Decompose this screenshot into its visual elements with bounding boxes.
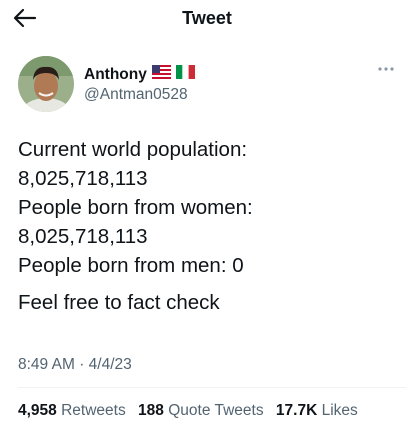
tweet-timestamp: 8:49 AM · 4/4/23	[18, 356, 132, 374]
tweet-date[interactable]: 4/4/23	[89, 356, 132, 373]
likes-stat[interactable]: 17.7K Likes	[276, 402, 358, 419]
italy-flag-icon	[175, 65, 195, 84]
author-handle[interactable]: @Antman0528	[84, 86, 188, 104]
tweet-author: Anthony @Antman0528	[18, 56, 398, 114]
divider	[18, 387, 406, 388]
retweets-label: Retweets	[61, 402, 126, 419]
tweet-line: Current world population:	[18, 138, 248, 161]
top-bar: Tweet	[0, 0, 414, 42]
tweet-line: People born from women:	[18, 196, 253, 219]
page-title: Tweet	[182, 8, 232, 28]
meta-separator: ·	[79, 356, 85, 373]
engagement-stats: 4,958 Retweets 188 Quote Tweets 17.7K Li…	[18, 402, 366, 420]
retweets-stat[interactable]: 4,958 Retweets	[18, 402, 126, 419]
display-name-text: Anthony	[84, 65, 147, 83]
more-dots-icon	[378, 67, 394, 71]
tweet-line: 8,025,718,113	[18, 225, 148, 248]
author-name[interactable]: Anthony	[84, 65, 195, 84]
tweet-line: People born from men: 0	[18, 254, 244, 277]
avatar[interactable]	[18, 56, 74, 112]
us-flag-icon	[151, 65, 171, 84]
likes-label: Likes	[321, 402, 358, 419]
more-options-button[interactable]	[376, 62, 396, 76]
tweet-line: Feel free to fact check	[18, 291, 220, 314]
tweet-text: Current world population: 8,025,718,113 …	[18, 135, 398, 317]
retweets-count: 4,958	[18, 402, 57, 419]
likes-count: 17.7K	[275, 402, 318, 419]
tweet-time[interactable]: 8:49 AM	[18, 356, 75, 373]
quote-tweets-stat[interactable]: 188 Quote Tweets	[138, 402, 264, 419]
quote-tweets-label: Quote Tweets	[168, 402, 264, 419]
quote-tweets-count: 188	[138, 402, 164, 419]
tweet-line: 8,025,718,113	[18, 167, 148, 190]
